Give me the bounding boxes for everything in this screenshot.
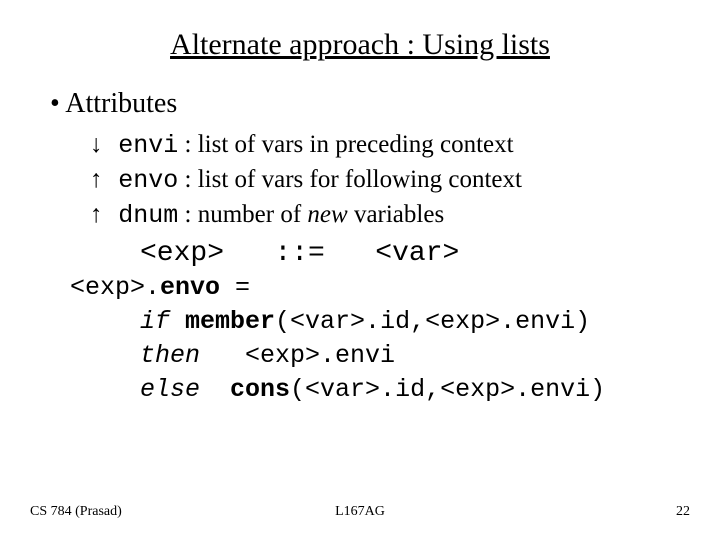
attr-envi-desc: : list of vars in preceding context: [178, 131, 513, 158]
up-arrow-icon: ↑: [90, 198, 112, 232]
slide-title: Alternate approach : Using lists: [30, 28, 690, 62]
code-then: then: [140, 341, 200, 370]
code-l4args: (<var>.id,<exp>.envi): [290, 375, 605, 404]
code-line-3: then <exp>.envi: [140, 339, 690, 373]
code-l2args: (<var>.id,<exp>.envi): [275, 307, 590, 336]
down-arrow-icon: ↓: [90, 128, 112, 162]
code-line-2: if member(<var>.id,<exp>.envi): [140, 305, 690, 339]
footer-right: 22: [676, 504, 690, 520]
code-l1a: <exp>.: [70, 273, 160, 302]
bullet-label: Attributes: [65, 88, 177, 119]
attr-dnum-post: variables: [348, 201, 444, 228]
code-l1c: =: [220, 273, 250, 302]
grammar-rhs: <var>: [375, 238, 459, 269]
code-l3v: <exp>.envi: [245, 341, 395, 370]
attr-dnum: ↑ dnum : number of new variables: [90, 198, 690, 233]
code-else: else: [140, 375, 200, 404]
code-member: member: [185, 307, 275, 336]
code-line-1: <exp>.envo =: [70, 271, 690, 305]
footer: CS 784 (Prasad) L167AG 22: [0, 504, 720, 520]
up-arrow-icon: ↑: [90, 163, 112, 197]
code-cons: cons: [230, 375, 290, 404]
grammar-lhs: <exp>: [140, 238, 224, 269]
code-block: <exp>.envo = if member(<var>.id,<exp>.en…: [70, 271, 690, 406]
attr-dnum-em: new: [307, 201, 347, 228]
bullet-attributes: • Attributes: [50, 88, 690, 120]
code-l1b: envo: [160, 273, 220, 302]
grammar-rule: <exp> ::= <var>: [140, 238, 690, 269]
grammar-op: ::=: [274, 238, 324, 269]
footer-left: CS 784 (Prasad): [30, 504, 122, 520]
code-if: if: [140, 307, 170, 336]
attr-envi: ↓ envi : list of vars in preceding conte…: [90, 128, 690, 163]
attr-dnum-pre: : number of: [178, 201, 307, 228]
code-line-4: else cons(<var>.id,<exp>.envi): [140, 373, 690, 407]
attr-envo-name: envo: [118, 166, 178, 195]
attr-dnum-name: dnum: [118, 201, 178, 230]
attr-envo: ↑ envo : list of vars for following cont…: [90, 163, 690, 198]
attr-envo-desc: : list of vars for following context: [178, 166, 522, 193]
footer-center: L167AG: [335, 504, 385, 520]
attr-envi-name: envi: [118, 131, 178, 160]
